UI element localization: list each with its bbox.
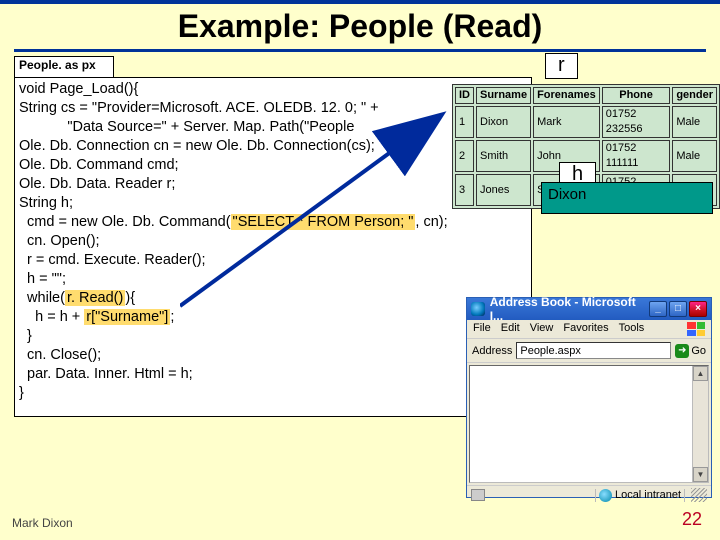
maximize-button[interactable]: □ bbox=[669, 301, 687, 317]
windows-flag-icon bbox=[687, 322, 705, 336]
browser-titlebar: Address Book - Microsoft I... _ □ × bbox=[467, 298, 711, 320]
menu-edit[interactable]: Edit bbox=[501, 322, 520, 336]
address-input[interactable] bbox=[516, 342, 671, 359]
h-value-box: Dixon bbox=[541, 182, 713, 214]
scroll-down-icon[interactable]: ▼ bbox=[693, 467, 708, 482]
table-header: Phone bbox=[602, 87, 671, 104]
address-label: Address bbox=[472, 345, 512, 357]
globe-icon bbox=[599, 489, 612, 502]
ie-icon bbox=[471, 302, 485, 316]
scroll-up-icon[interactable]: ▲ bbox=[693, 366, 708, 381]
security-zone: Local intranet bbox=[595, 489, 685, 502]
menu-tools[interactable]: Tools bbox=[619, 322, 645, 336]
browser-menubar: File Edit View Favorites Tools bbox=[467, 320, 711, 339]
menu-file[interactable]: File bbox=[473, 322, 491, 336]
browser-title-text: Address Book - Microsoft I... bbox=[490, 295, 649, 323]
close-button[interactable]: × bbox=[689, 301, 707, 317]
r-label: r bbox=[545, 53, 578, 79]
browser-viewport: ▲ ▼ bbox=[469, 365, 709, 483]
table-header: gender bbox=[672, 87, 717, 104]
browser-window: Address Book - Microsoft I... _ □ × File… bbox=[466, 297, 712, 498]
table-header: Forenames bbox=[533, 87, 600, 104]
footer-author: Mark Dixon bbox=[12, 516, 73, 530]
go-button[interactable]: ➜Go bbox=[675, 344, 706, 358]
slide-title: Example: People (Read) bbox=[0, 4, 720, 49]
table-row: 1DixonMark01752 232556Male bbox=[455, 106, 717, 138]
title-underline bbox=[14, 49, 706, 52]
table-header: ID bbox=[455, 87, 474, 104]
menu-favorites[interactable]: Favorites bbox=[563, 322, 608, 336]
resize-grip-icon bbox=[691, 488, 707, 502]
menu-view[interactable]: View bbox=[530, 322, 554, 336]
table-header: Surname bbox=[476, 87, 531, 104]
minimize-button[interactable]: _ bbox=[649, 301, 667, 317]
scrollbar[interactable]: ▲ ▼ bbox=[692, 366, 708, 482]
page-number: 22 bbox=[682, 509, 702, 530]
computer-icon bbox=[471, 489, 485, 501]
